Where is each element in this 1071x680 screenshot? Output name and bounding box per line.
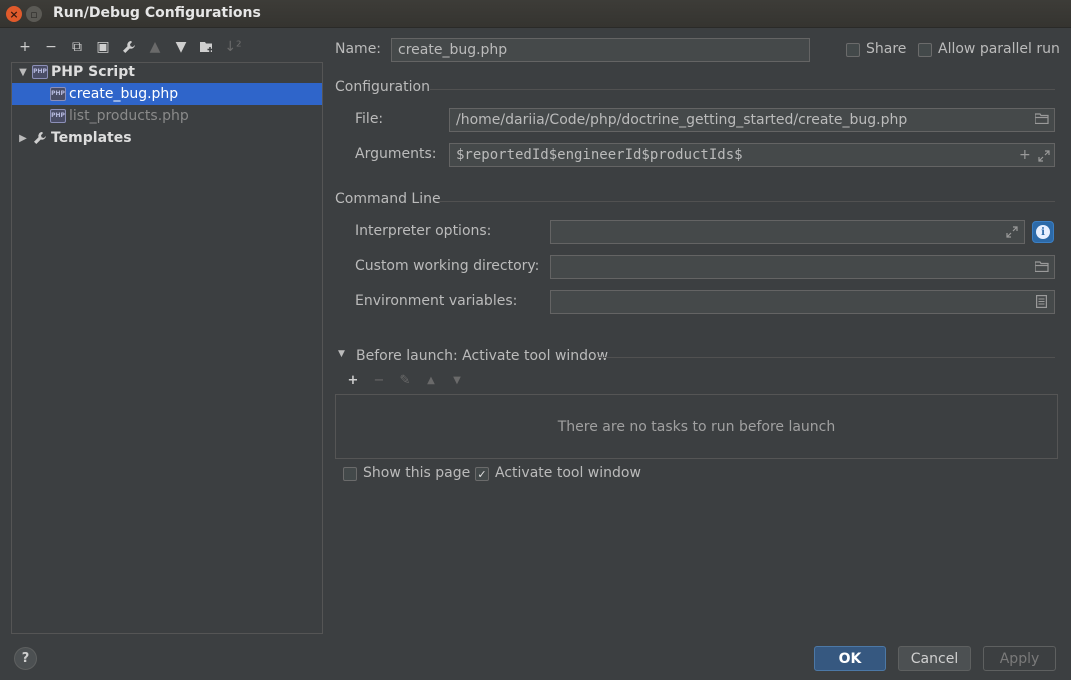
new-folder-icon[interactable] (194, 41, 220, 53)
show-this-page-label: Show this page (363, 465, 471, 481)
help-button[interactable]: ? (14, 647, 37, 670)
name-label: Name: (335, 41, 382, 57)
move-task-up-icon[interactable]: ▲ (418, 375, 444, 386)
configuration-header: Configuration (335, 79, 430, 95)
share-checkbox[interactable] (846, 43, 860, 57)
activate-tool-window-label: Activate tool window (495, 465, 641, 481)
copy-icon[interactable]: ⧉ (64, 39, 90, 55)
show-this-page-checkbox[interactable] (343, 467, 357, 481)
save-icon[interactable]: ▣ (90, 39, 116, 55)
php-file-icon: PHP (50, 86, 66, 102)
expand-field-icon[interactable] (1038, 150, 1050, 165)
file-field[interactable]: /home/dariia/Code/php/doctrine_getting_s… (449, 108, 1055, 132)
collapse-arrow-icon[interactable]: ▼ (14, 67, 32, 78)
edit-task-icon[interactable]: ✎ (392, 373, 418, 388)
tree-group-label: PHP Script (51, 64, 135, 80)
tree-group-label: Templates (51, 130, 132, 146)
move-up-icon[interactable]: ▲ (142, 39, 168, 55)
interpreter-options-field[interactable] (550, 220, 1025, 244)
browse-folder-icon[interactable] (1034, 113, 1049, 127)
before-launch-header[interactable]: Before launch: Activate tool window (356, 348, 608, 364)
add-task-icon[interactable]: + (340, 373, 366, 388)
working-directory-field[interactable] (550, 255, 1055, 279)
run-debug-dialog: × ▫ Run/Debug Configurations + − ⧉ ▣ ▲ ▼… (0, 0, 1071, 680)
arguments-field[interactable]: $reportedId$engineerId$productIds$ (449, 143, 1055, 167)
allow-parallel-checkbox[interactable] (918, 43, 932, 57)
divider (437, 201, 1055, 202)
share-label: Share (866, 41, 907, 57)
allow-parallel-label: Allow parallel run (938, 41, 1060, 57)
insert-macro-icon[interactable]: + (1019, 147, 1031, 163)
interpreter-options-label: Interpreter options: (355, 223, 492, 239)
title-bar: × ▫ Run/Debug Configurations (0, 0, 1071, 28)
move-down-icon[interactable]: ▼ (168, 39, 194, 55)
add-icon[interactable]: + (12, 39, 38, 55)
close-window-icon[interactable]: × (6, 6, 22, 22)
environment-variables-field[interactable] (550, 290, 1055, 314)
before-launch-task-list[interactable]: There are no tasks to run before launch (335, 394, 1058, 459)
tree-item-label: list_products.php (69, 108, 189, 124)
ok-button[interactable]: OK (814, 646, 886, 671)
working-directory-label: Custom working directory: (355, 258, 540, 274)
sort-icon[interactable]: ↓² (220, 39, 246, 55)
before-launch-toolbar: + − ✎ ▲ ▼ (340, 373, 470, 388)
activate-tool-window-checkbox[interactable]: ✓ (475, 467, 489, 481)
window-title: Run/Debug Configurations (53, 5, 261, 21)
name-field[interactable]: create_bug.php (391, 38, 810, 62)
php-file-icon: PHP (50, 108, 66, 124)
tree-item-create-bug[interactable]: PHP create_bug.php (12, 83, 322, 105)
maximize-window-icon[interactable]: ▫ (26, 6, 42, 22)
tree-item-list-products[interactable]: PHP list_products.php (12, 105, 322, 127)
browse-folder-icon[interactable] (1034, 261, 1049, 275)
cancel-button[interactable]: Cancel (898, 646, 971, 671)
config-toolbar: + − ⧉ ▣ ▲ ▼ ↓² (12, 36, 246, 58)
remove-task-icon[interactable]: − (366, 373, 392, 388)
command-line-header: Command Line (335, 191, 441, 207)
move-task-down-icon[interactable]: ▼ (444, 375, 470, 386)
expand-arrow-icon[interactable]: ▶ (14, 133, 32, 144)
apply-button[interactable]: Apply (983, 646, 1056, 671)
divider (596, 357, 1055, 358)
wrench-icon[interactable] (116, 40, 142, 54)
php-script-icon: PHP (32, 64, 48, 80)
remove-icon[interactable]: − (38, 39, 64, 55)
arguments-value: $reportedId$engineerId$productIds$ (456, 147, 743, 163)
wrench-icon (32, 130, 48, 146)
tree-group-php-script[interactable]: ▼ PHP PHP Script (12, 61, 322, 83)
info-icon: i (1036, 225, 1050, 239)
expand-field-icon[interactable] (1006, 226, 1018, 241)
info-button[interactable]: i (1032, 221, 1054, 243)
tree-item-label: create_bug.php (69, 86, 179, 102)
tree-group-templates[interactable]: ▶ Templates (12, 127, 322, 149)
environment-variables-label: Environment variables: (355, 293, 518, 309)
configuration-tree: ▼ PHP PHP Script PHP create_bug.php PHP … (11, 62, 323, 634)
arguments-label: Arguments: (355, 146, 437, 162)
edit-variables-icon[interactable] (1036, 295, 1048, 311)
before-launch-collapse-icon[interactable]: ▼ (338, 349, 345, 359)
file-label: File: (355, 111, 384, 127)
divider (430, 89, 1055, 90)
file-path-value: /home/dariia/Code/php/doctrine_getting_s… (456, 112, 908, 128)
empty-tasks-text: There are no tasks to run before launch (557, 418, 836, 435)
